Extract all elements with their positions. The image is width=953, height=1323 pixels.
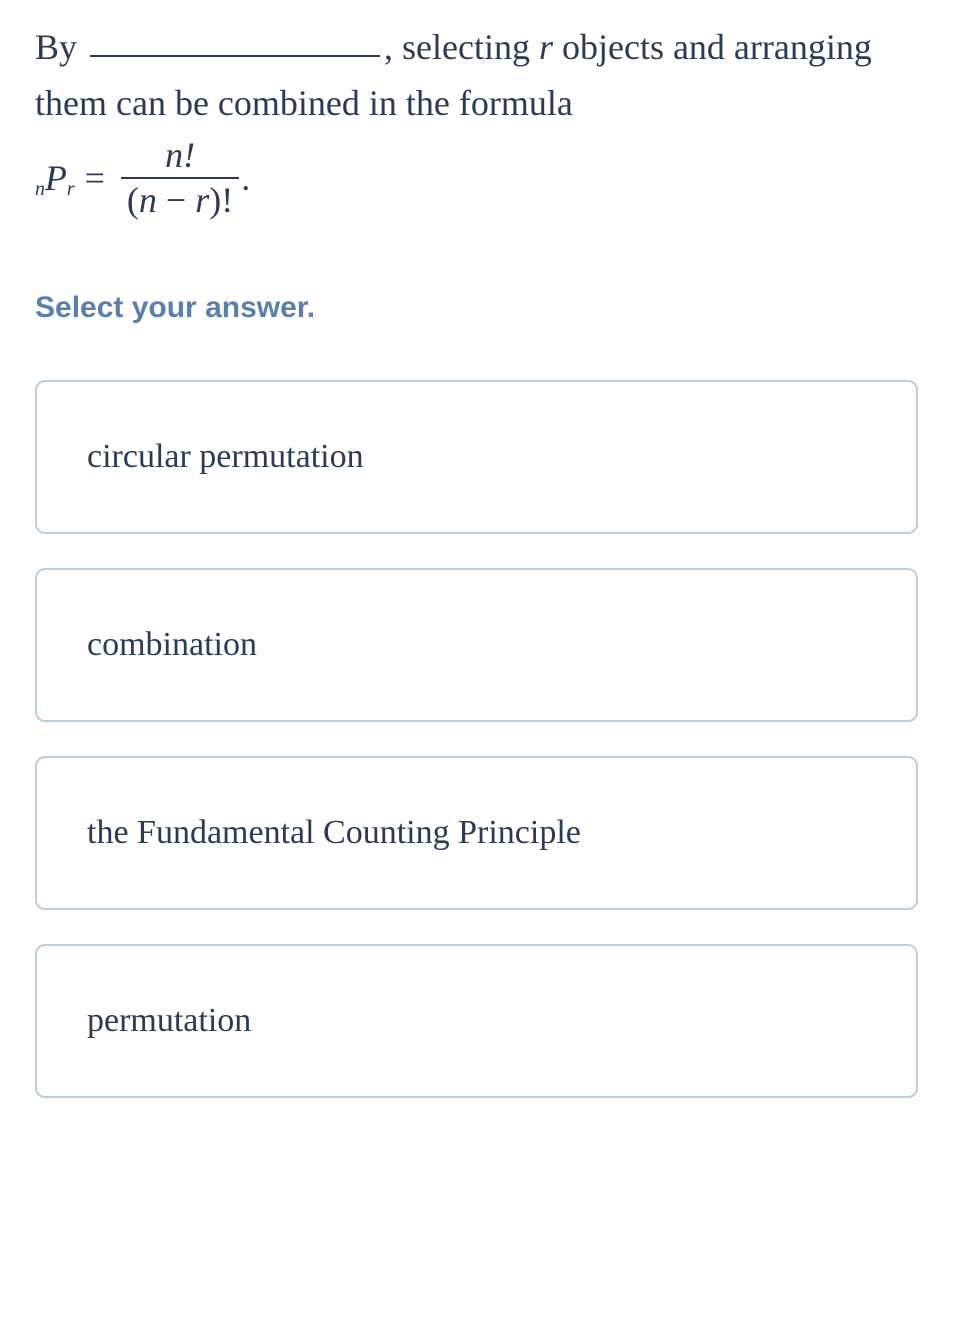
fill-in-blank (90, 55, 380, 57)
den-n: n (139, 180, 157, 220)
fraction-bar (121, 177, 239, 179)
answer-option[interactable]: the Fundamental Counting Principle (35, 756, 918, 910)
answer-options: circular permutation combination the Fun… (35, 380, 918, 1098)
den-r: r (195, 180, 209, 220)
formula-equals: = (85, 157, 105, 199)
instruction-text: Select your answer. (35, 291, 918, 325)
formula-sub-r: r (67, 178, 75, 201)
formula-fraction: n! (n − r)! (121, 136, 239, 221)
permutation-formula: n P r = n! (n − r)! . (35, 136, 918, 221)
page: By , selecting r objects and arranging t… (0, 0, 953, 1323)
answer-option[interactable]: permutation (35, 944, 918, 1098)
question-prefix: By (35, 27, 86, 67)
question-after-blank: , selecting (384, 27, 539, 67)
formula-num-text: n! (165, 135, 195, 175)
option-label: circular permutation (87, 438, 364, 475)
formula-sub-n: n (35, 178, 45, 201)
formula-denominator: (n − r)! (121, 181, 239, 221)
den-close: )! (209, 180, 233, 220)
den-minus: − (157, 180, 195, 220)
den-open: ( (127, 180, 139, 220)
formula-period: . (241, 157, 250, 199)
option-label: permutation (87, 1002, 251, 1039)
formula-P: P (45, 157, 67, 199)
answer-option[interactable]: circular permutation (35, 380, 918, 534)
option-label: the Fundamental Counting Principle (87, 814, 581, 851)
formula-numerator: n! (159, 136, 201, 176)
question-text: By , selecting r objects and arranging t… (35, 20, 918, 132)
variable-r: r (539, 27, 553, 67)
option-label: combination (87, 626, 257, 663)
answer-option[interactable]: combination (35, 568, 918, 722)
